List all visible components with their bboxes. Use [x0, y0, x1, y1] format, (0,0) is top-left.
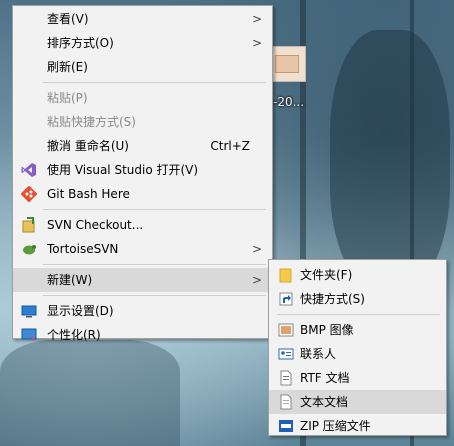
- menu-item-paste[interactable]: 粘贴(P): [13, 86, 272, 110]
- menu-item-label: Git Bash Here: [47, 187, 130, 201]
- menu-separator: [43, 264, 266, 265]
- chevron-right-icon: >: [251, 242, 262, 256]
- contact-card-icon: [278, 348, 294, 360]
- menu-item-personalize[interactable]: 个性化(R): [13, 323, 272, 347]
- menu-item-view[interactable]: 查看(V) >: [13, 7, 272, 31]
- menu-item-git-bash-here[interactable]: Git Bash Here: [13, 182, 272, 206]
- menu-item-svn-checkout[interactable]: SVN Checkout...: [13, 213, 272, 237]
- menu-item-label: SVN Checkout...: [47, 218, 144, 232]
- rtf-document-icon: [280, 370, 292, 386]
- desktop-file-icon[interactable]: [268, 46, 306, 82]
- menu-item-label: 个性化(R): [47, 328, 101, 342]
- menu-item-tortoisesvn[interactable]: TortoiseSVN >: [13, 237, 272, 261]
- shortcut-arrow-icon: [279, 292, 293, 306]
- menu-separator: [43, 82, 266, 83]
- menu-item-open-with-visual-studio[interactable]: 使用 Visual Studio 打开(V): [13, 158, 272, 182]
- menu-item-sort-by[interactable]: 排序方式(O) >: [13, 31, 272, 55]
- menu-separator: [277, 314, 440, 315]
- menu-item-label: 粘贴快捷方式(S): [47, 115, 136, 129]
- tree-foliage: [0, 340, 180, 446]
- submenu-item-label: ZIP 压缩文件: [300, 419, 371, 433]
- menu-item-label: 新建(W): [47, 273, 93, 287]
- menu-item-new[interactable]: 新建(W) >: [13, 268, 272, 292]
- git-bash-icon: [21, 186, 37, 202]
- submenu-item-label: 文件夹(F): [300, 268, 353, 282]
- menu-item-label: 撤消 重命名(U): [47, 139, 129, 153]
- submenu-item-label: BMP 图像: [300, 323, 354, 337]
- submenu-item-text-document[interactable]: 文本文档: [269, 390, 446, 414]
- submenu-item-rtf-document[interactable]: RTF 文档: [269, 366, 446, 390]
- tortoisesvn-icon: [23, 245, 36, 255]
- submenu-item-bmp-image[interactable]: BMP 图像: [269, 318, 446, 342]
- submenu-item-label: 文本文档: [300, 395, 349, 409]
- tree-foliage: [330, 30, 450, 290]
- submenu-item-label: 快捷方式(S): [300, 292, 365, 306]
- submenu-item-label: 联系人: [300, 347, 337, 361]
- menu-item-label: 排序方式(O): [47, 36, 114, 50]
- menu-separator: [43, 295, 266, 296]
- svn-checkout-icon: [22, 217, 35, 233]
- image-thumbnail-icon: [275, 55, 299, 73]
- menu-item-display-settings[interactable]: 显示设置(D): [13, 299, 272, 323]
- menu-item-label: 显示设置(D): [47, 304, 114, 318]
- chevron-right-icon: >: [251, 12, 262, 26]
- personalize-icon: [21, 328, 37, 341]
- menu-item-label: 查看(V): [47, 12, 89, 26]
- text-document-icon: [280, 394, 292, 410]
- visual-studio-icon: [21, 163, 36, 177]
- menu-item-label: 粘贴(P): [47, 91, 88, 105]
- desktop-context-menu: 查看(V) > 排序方式(O) > 刷新(E) 粘贴(P) 粘贴快捷方式(S) …: [12, 5, 273, 342]
- folder-icon: [279, 268, 292, 283]
- submenu-item-shortcut[interactable]: 快捷方式(S): [269, 287, 446, 311]
- menu-item-refresh[interactable]: 刷新(E): [13, 55, 272, 79]
- new-submenu: 文件夹(F) 快捷方式(S) BMP 图像 联系人 RTF 文档 文本文档 ZI…: [268, 259, 447, 436]
- menu-item-label: 使用 Visual Studio 打开(V): [47, 163, 199, 177]
- display-settings-icon: [21, 305, 37, 318]
- submenu-item-label: RTF 文档: [300, 371, 350, 385]
- bmp-image-icon: [278, 323, 294, 337]
- chevron-right-icon: >: [251, 273, 262, 287]
- chevron-right-icon: >: [251, 36, 262, 50]
- menu-item-label: 刷新(E): [47, 60, 88, 74]
- menu-item-shortcut: Ctrl+Z: [210, 139, 250, 153]
- menu-item-undo-rename[interactable]: 撤消 重命名(U) Ctrl+Z: [13, 134, 272, 158]
- menu-separator: [43, 209, 266, 210]
- submenu-item-zip-archive[interactable]: ZIP 压缩文件: [269, 414, 446, 438]
- submenu-item-contact[interactable]: 联系人: [269, 342, 446, 366]
- menu-item-paste-shortcut[interactable]: 粘贴快捷方式(S): [13, 110, 272, 134]
- menu-item-label: TortoiseSVN: [47, 242, 119, 256]
- submenu-item-folder[interactable]: 文件夹(F): [269, 263, 446, 287]
- zip-archive-icon: [279, 420, 293, 432]
